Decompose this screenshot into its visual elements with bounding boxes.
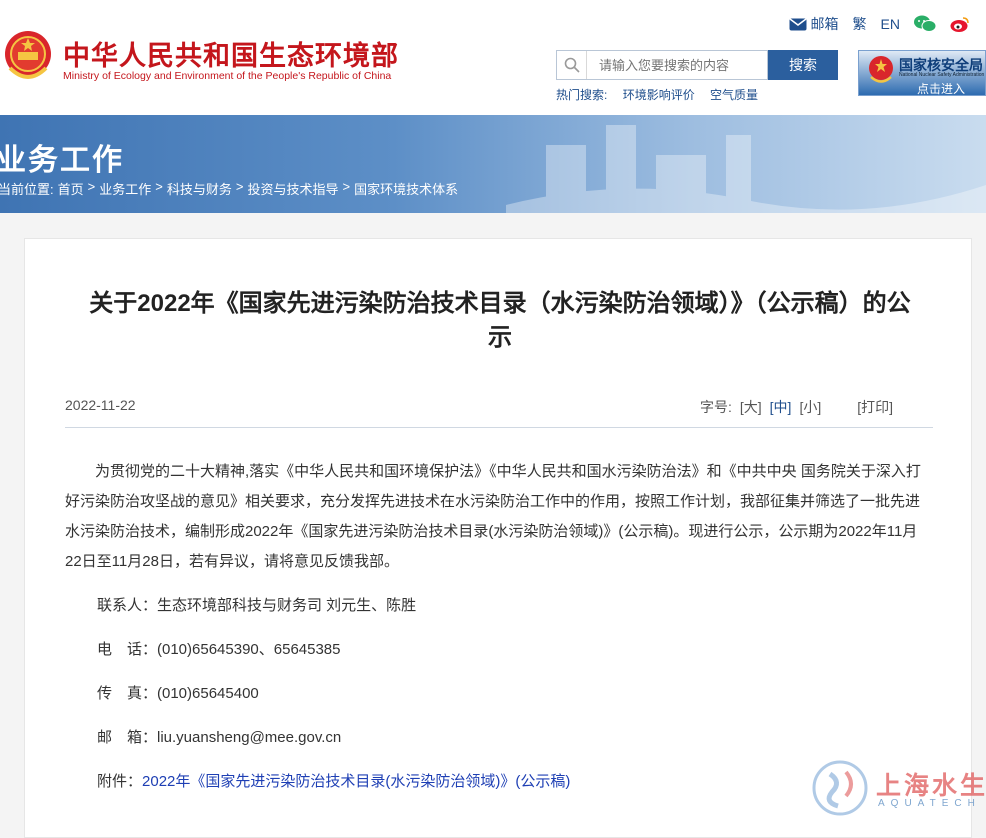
- site-title[interactable]: 中华人民共和国生态环境部: [63, 34, 399, 73]
- breadcrumb-item[interactable]: 业务工作: [99, 179, 151, 198]
- banner-decoration: [506, 125, 986, 213]
- divider: [65, 427, 933, 428]
- section-banner: 业务工作 当前位置: 首页 > 业务工作 > 科技与财务 > 投资与技术指导 >…: [0, 115, 986, 213]
- mail-icon: [789, 17, 807, 30]
- breadcrumb-item[interactable]: 投资与技术指导: [247, 179, 338, 198]
- breadcrumb-item[interactable]: 科技与财务: [167, 179, 232, 198]
- national-emblem-icon[interactable]: [2, 28, 54, 86]
- font-size-label: 字号:: [699, 399, 732, 415]
- wechat-icon[interactable]: [914, 15, 936, 33]
- article-paragraph: 为贯彻党的二十大精神,落实《中华人民共和国环境保护法》《中华人民共和国水污染防治…: [65, 463, 921, 570]
- font-size-medium[interactable]: [中]: [770, 397, 792, 417]
- breadcrumb-separator: >: [235, 179, 244, 194]
- watermark: 上海水生 AQUATECH: [812, 760, 986, 817]
- breadcrumb-separator: >: [87, 179, 96, 194]
- article-title: 关于2022年《国家先进污染防治技术目录（水污染防治领域）》（公示稿）的公示: [89, 290, 911, 351]
- watermark-logo-icon: [812, 760, 868, 816]
- hot-search-item[interactable]: 环境影响评价: [623, 88, 695, 102]
- attachment-label: 附件：: [97, 773, 143, 790]
- nsa-banner-link[interactable]: 国家核安全局 National Nuclear Safety Administr…: [858, 50, 986, 96]
- hot-search-label: 热门搜索:: [556, 88, 608, 102]
- print-button[interactable]: [打印]: [857, 397, 893, 417]
- font-size-large[interactable]: [大]: [740, 397, 762, 417]
- breadcrumb-item[interactable]: 首页: [58, 179, 84, 198]
- hot-searches: 热门搜索: 环境影响评价 空气质量: [556, 86, 770, 103]
- traditional-chinese-link[interactable]: 繁: [853, 14, 867, 34]
- search-icon: [557, 51, 587, 79]
- article-card: 关于2022年《国家先进污染防治技术目录（水污染防治领域）》（公示稿）的公示 2…: [24, 238, 972, 838]
- attachment-link[interactable]: 2022年《国家先进污染防治技术目录(水污染防治领域)》(公示稿): [142, 773, 570, 790]
- weibo-icon[interactable]: [950, 15, 970, 33]
- nsa-enter-label: 点击进入: [917, 82, 966, 96]
- top-links: 邮箱 繁 EN: [789, 14, 970, 34]
- contact-phone: 电 话：(010)65645390、65645385: [97, 641, 341, 658]
- attachment-row: 附件：2022年《国家先进污染防治技术目录(水污染防治领域)》(公示稿): [65, 767, 933, 797]
- breadcrumb-separator: >: [342, 179, 351, 194]
- search-box: [556, 50, 768, 80]
- site-subtitle: Ministry of Ecology and Environment of t…: [63, 70, 392, 82]
- search-button[interactable]: 搜索: [768, 50, 838, 80]
- contact-fax: 传 真：(010)65645400: [97, 685, 259, 702]
- font-size-small[interactable]: [小]: [799, 397, 821, 417]
- mail-label: 邮箱: [810, 16, 839, 32]
- breadcrumb: 当前位置: 首页 > 业务工作 > 科技与财务 > 投资与技术指导 > 国家环境…: [0, 179, 458, 198]
- search-input[interactable]: [587, 52, 765, 78]
- national-emblem-icon: [869, 56, 893, 83]
- publish-date: 2022-11-22: [65, 397, 136, 413]
- section-title: 业务工作: [0, 144, 124, 177]
- nsa-subtitle: National Nuclear Safety Administration: [899, 72, 985, 78]
- breadcrumb-label: 当前位置:: [0, 182, 54, 197]
- site-header: 中华人民共和国生态环境部 Ministry of Ecology and Env…: [0, 0, 986, 115]
- mail-link[interactable]: 邮箱: [789, 14, 839, 34]
- english-link[interactable]: EN: [881, 16, 900, 32]
- search-bar: 搜索: [556, 50, 838, 80]
- watermark-text: 上海水生: [876, 772, 986, 800]
- contact-person: 联系人：生态环境部科技与财务司 刘元生、陈胜: [97, 597, 417, 614]
- article-controls: 字号: [大] [中] [小] [打印]: [700, 397, 893, 417]
- breadcrumb-item[interactable]: 国家环境技术体系: [354, 179, 458, 198]
- hot-search-item[interactable]: 空气质量: [710, 88, 758, 102]
- article-body: 为贯彻党的二十大精神,落实《中华人民共和国环境保护法》《中华人民共和国水污染防治…: [65, 457, 933, 797]
- breadcrumb-separator: >: [155, 179, 163, 194]
- watermark-subtext: AQUATECH: [878, 798, 981, 809]
- contact-email: 邮 箱：liu.yuansheng@mee.gov.cn: [97, 729, 342, 746]
